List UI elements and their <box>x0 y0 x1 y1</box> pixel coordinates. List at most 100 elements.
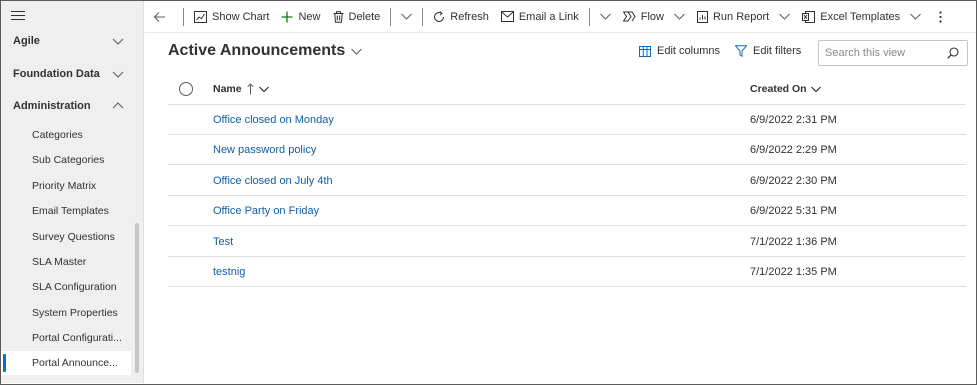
record-name-link[interactable]: Office closed on July 4th <box>213 175 333 187</box>
show-chart-button[interactable]: Show Chart <box>188 1 275 33</box>
sidebar-item-label: Email Templates <box>32 205 109 217</box>
back-button[interactable] <box>145 1 179 33</box>
more-commands-button[interactable] <box>927 1 959 33</box>
sidebar-item-label: SLA Configuration <box>32 281 117 293</box>
toolbar-divider <box>390 7 392 26</box>
column-header-created-on[interactable]: Created On <box>750 83 821 95</box>
search-input[interactable] <box>825 47 943 59</box>
chevron-down-icon <box>351 48 363 55</box>
flow-button[interactable]: Flow <box>617 1 691 33</box>
created-on-value: 6/9/2022 2:31 PM <box>750 114 837 126</box>
sidebar-item-sla-master[interactable]: SLA Master <box>1 250 131 274</box>
column-header-label: Name <box>213 83 242 95</box>
select-all-checkbox[interactable] <box>179 82 193 96</box>
edit-filters-label: Edit filters <box>753 45 802 57</box>
table-row[interactable]: New password policy 6/9/2022 2:29 PM <box>168 135 966 165</box>
record-name-link[interactable]: Office closed on Monday <box>213 114 334 126</box>
sidebar-item-portal-announcements[interactable]: Portal Announce... <box>1 351 131 375</box>
delete-button[interactable]: Delete <box>327 1 387 33</box>
sidebar-item-label: Portal Announce... <box>32 357 118 369</box>
table-row[interactable]: Test 7/1/2022 1:36 PM <box>168 227 966 257</box>
excel-templates-label: Excel Templates <box>820 10 901 23</box>
column-header-name[interactable]: Name <box>213 83 269 95</box>
chevron-down-icon <box>401 13 413 20</box>
sidebar-item-survey-questions[interactable]: Survey Questions <box>1 225 131 249</box>
sidebar-item-label: Survey Questions <box>32 231 115 243</box>
sidebar-item-label: Portal Configurati... <box>32 332 122 344</box>
sidebar-scrollbar[interactable] <box>135 223 139 373</box>
record-name-link[interactable]: Office Party on Friday <box>213 205 319 217</box>
sort-ascending-icon <box>246 83 254 95</box>
sidebar-item-email-templates[interactable]: Email Templates <box>1 199 131 223</box>
record-name-link[interactable]: Test <box>213 236 233 248</box>
refresh-button[interactable]: Refresh <box>427 1 495 33</box>
toolbar-divider <box>422 7 424 26</box>
more-email-options-button[interactable] <box>594 1 617 33</box>
report-icon <box>696 10 708 23</box>
sidebar-item-categories[interactable]: Categories <box>1 123 131 147</box>
email-link-button[interactable]: Email a Link <box>495 1 585 33</box>
edit-columns-button[interactable]: Edit columns <box>639 45 720 57</box>
view-title: Active Announcements <box>168 42 346 59</box>
sidebar-group-label: Administration <box>13 100 91 112</box>
view-selector[interactable]: Active Announcements <box>168 42 363 60</box>
new-label: New <box>298 10 321 23</box>
sidebar-group-administration[interactable]: Administration <box>1 92 144 120</box>
chevron-down-icon <box>112 71 124 78</box>
flow-icon <box>622 11 636 22</box>
chevron-down-icon <box>258 86 269 92</box>
excel-icon <box>802 10 816 23</box>
command-bar: Show Chart New Delete Refresh Email a Li… <box>145 1 976 33</box>
sidebar-item-sla-configuration[interactable]: SLA Configuration <box>1 275 131 299</box>
grid-header: Name Created On <box>168 74 966 105</box>
run-report-label: Run Report <box>712 10 770 23</box>
edit-filters-button[interactable]: Edit filters <box>735 45 801 57</box>
plus-icon <box>281 11 293 22</box>
hamburger-menu-icon[interactable] <box>11 11 25 23</box>
sidebar-item-priority-matrix[interactable]: Priority Matrix <box>1 174 131 198</box>
table-row[interactable]: testnig 7/1/2022 1:35 PM <box>168 257 966 287</box>
table-row[interactable]: Office closed on Monday 6/9/2022 2:31 PM <box>168 105 966 135</box>
flow-label: Flow <box>640 10 664 23</box>
arrow-left-icon <box>153 11 165 22</box>
chevron-down-icon <box>112 38 124 45</box>
sidebar-item-portal-configuration[interactable]: Portal Configurati... <box>1 326 131 350</box>
sidebar-item-label: System Properties <box>32 307 118 319</box>
created-on-value: 6/9/2022 5:31 PM <box>750 205 837 217</box>
sidebar-item-label: SLA Master <box>32 256 87 268</box>
run-report-button[interactable]: Run Report <box>691 1 796 33</box>
sidebar-item-system-properties[interactable]: System Properties <box>1 301 131 325</box>
search-icon[interactable] <box>947 47 959 59</box>
chevron-down-icon <box>910 13 921 20</box>
created-on-value: 6/9/2022 2:29 PM <box>750 144 837 156</box>
record-name-link[interactable]: testnig <box>213 266 245 278</box>
record-name-link[interactable]: New password policy <box>213 144 316 156</box>
chevron-down-icon <box>810 86 821 92</box>
trash-icon <box>333 10 343 23</box>
column-header-label: Created On <box>750 83 807 95</box>
email-link-label: Email a Link <box>518 10 579 23</box>
sidebar-group-agile[interactable]: Agile <box>1 27 144 55</box>
chart-icon <box>194 10 207 23</box>
sidebar-item-label: Sub Categories <box>32 154 105 166</box>
table-row[interactable]: Office closed on July 4th 6/9/2022 2:30 … <box>168 166 966 196</box>
table-row[interactable]: Office Party on Friday 6/9/2022 5:31 PM <box>168 196 966 226</box>
search-box[interactable] <box>818 40 968 66</box>
more-delete-options-button[interactable] <box>395 1 418 33</box>
refresh-label: Refresh <box>450 10 489 23</box>
excel-templates-button[interactable]: Excel Templates <box>796 1 927 33</box>
toolbar-divider <box>588 7 590 26</box>
chevron-down-icon <box>674 13 685 20</box>
show-chart-label: Show Chart <box>212 10 270 23</box>
sidebar-item-label: Categories <box>32 129 83 141</box>
edit-columns-label: Edit columns <box>657 45 720 57</box>
new-button[interactable]: New <box>275 1 326 33</box>
sidebar-item-sub-categories[interactable]: Sub Categories <box>1 148 131 172</box>
sidebar-group-foundation-data[interactable]: Foundation Data <box>1 60 144 88</box>
sidebar-item-label: Priority Matrix <box>32 180 97 192</box>
sidebar-group-label: Foundation Data <box>13 68 100 80</box>
chevron-down-icon <box>779 13 791 20</box>
chevron-up-icon <box>112 102 124 109</box>
sidebar-group-label: Agile <box>13 35 40 47</box>
more-vertical-icon <box>939 10 942 23</box>
